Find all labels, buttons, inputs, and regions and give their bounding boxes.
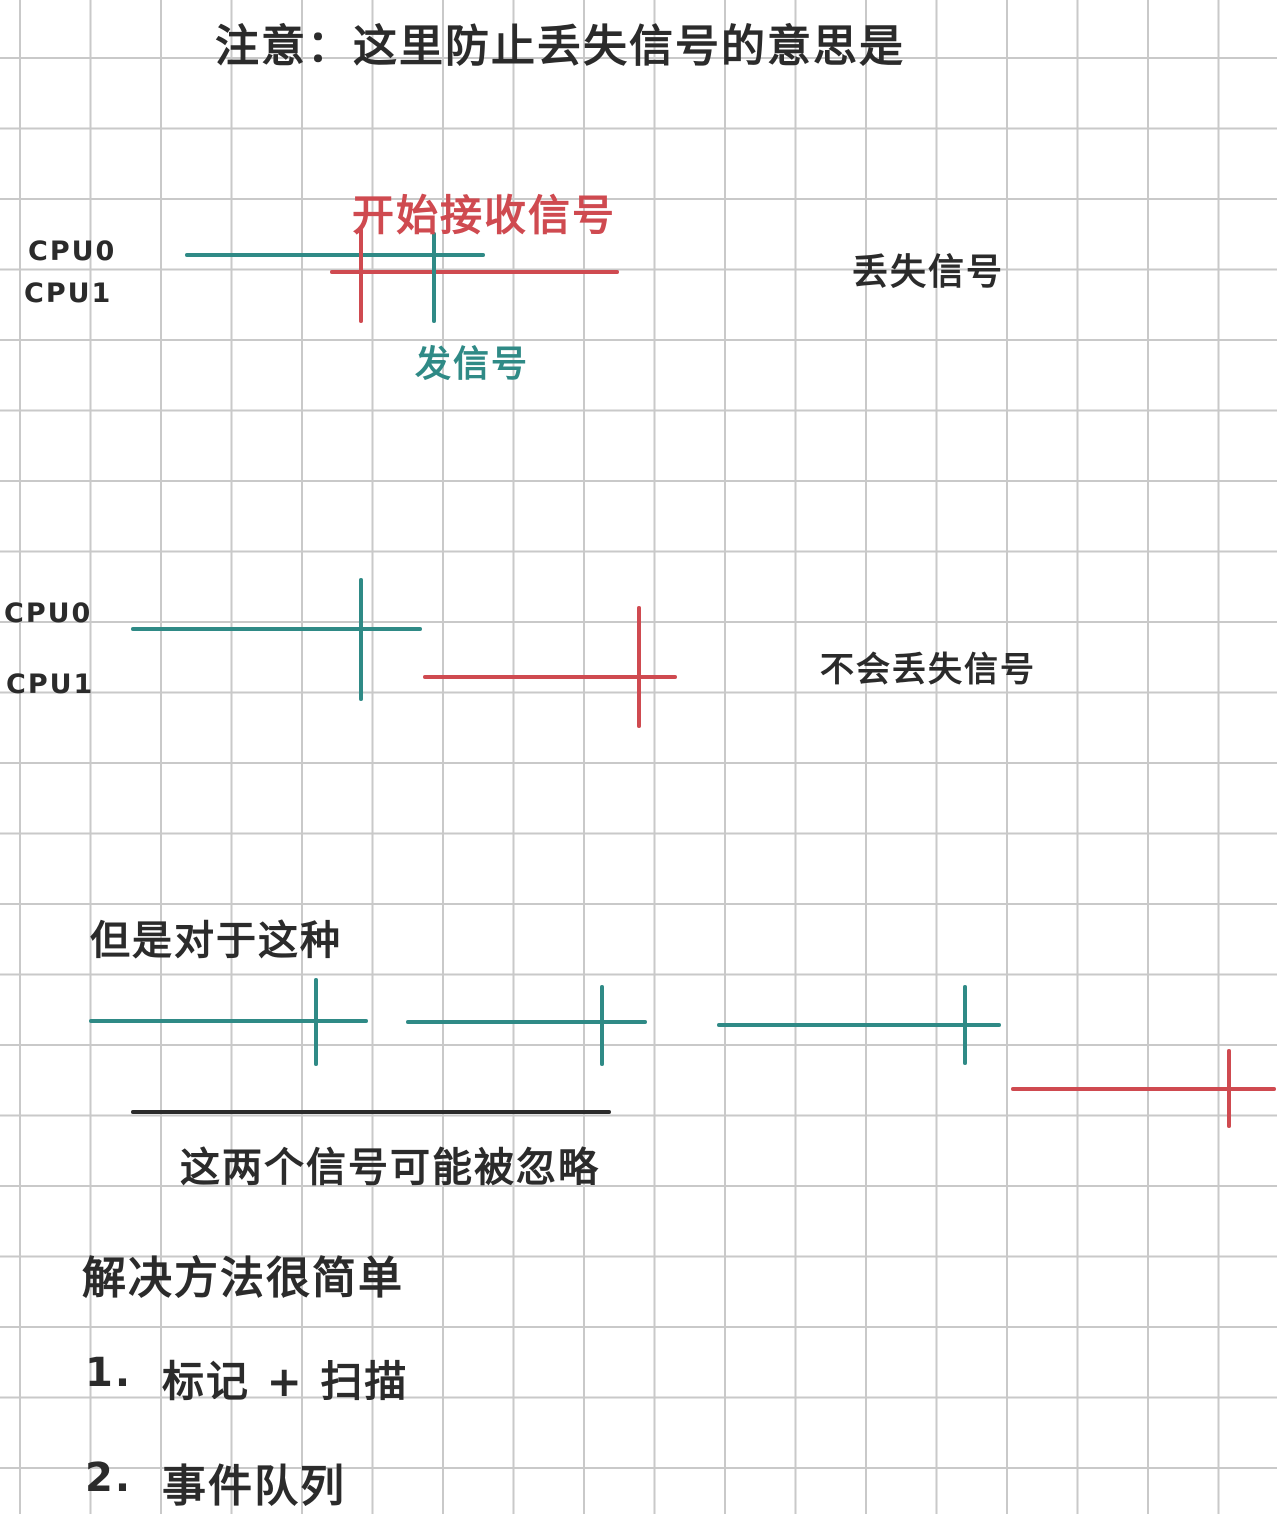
solution-heading: 解决方法很简单 <box>82 1253 404 1304</box>
s1-send-label: 发信号 <box>415 344 530 385</box>
s3-ignored-label: 这两个信号可能被忽略 <box>180 1145 600 1191</box>
solution-item1-number: 1. <box>85 1350 133 1396</box>
s1-cpu1-label: CPU1 <box>24 278 113 309</box>
s2-cpu0-label: CPU0 <box>4 598 93 629</box>
s2-not-lost-label: 不会丢失信号 <box>820 650 1036 690</box>
solution-item2-text: 事件队列 <box>162 1461 346 1512</box>
s3-intro-label: 但是对于这种 <box>90 918 342 964</box>
solution-item1-text: 标记 + 扫描 <box>162 1357 409 1406</box>
s1-lost-label: 丢失信号 <box>852 252 1005 293</box>
s1-receive-label: 开始接收信号 <box>352 191 617 240</box>
solution-item2-number: 2. <box>85 1455 133 1501</box>
s2-cpu1-label: CPU1 <box>6 669 95 700</box>
s1-cpu0-label: CPU0 <box>28 236 117 267</box>
page-title: 注意：这里防止丢失信号的意思是 <box>215 21 905 72</box>
